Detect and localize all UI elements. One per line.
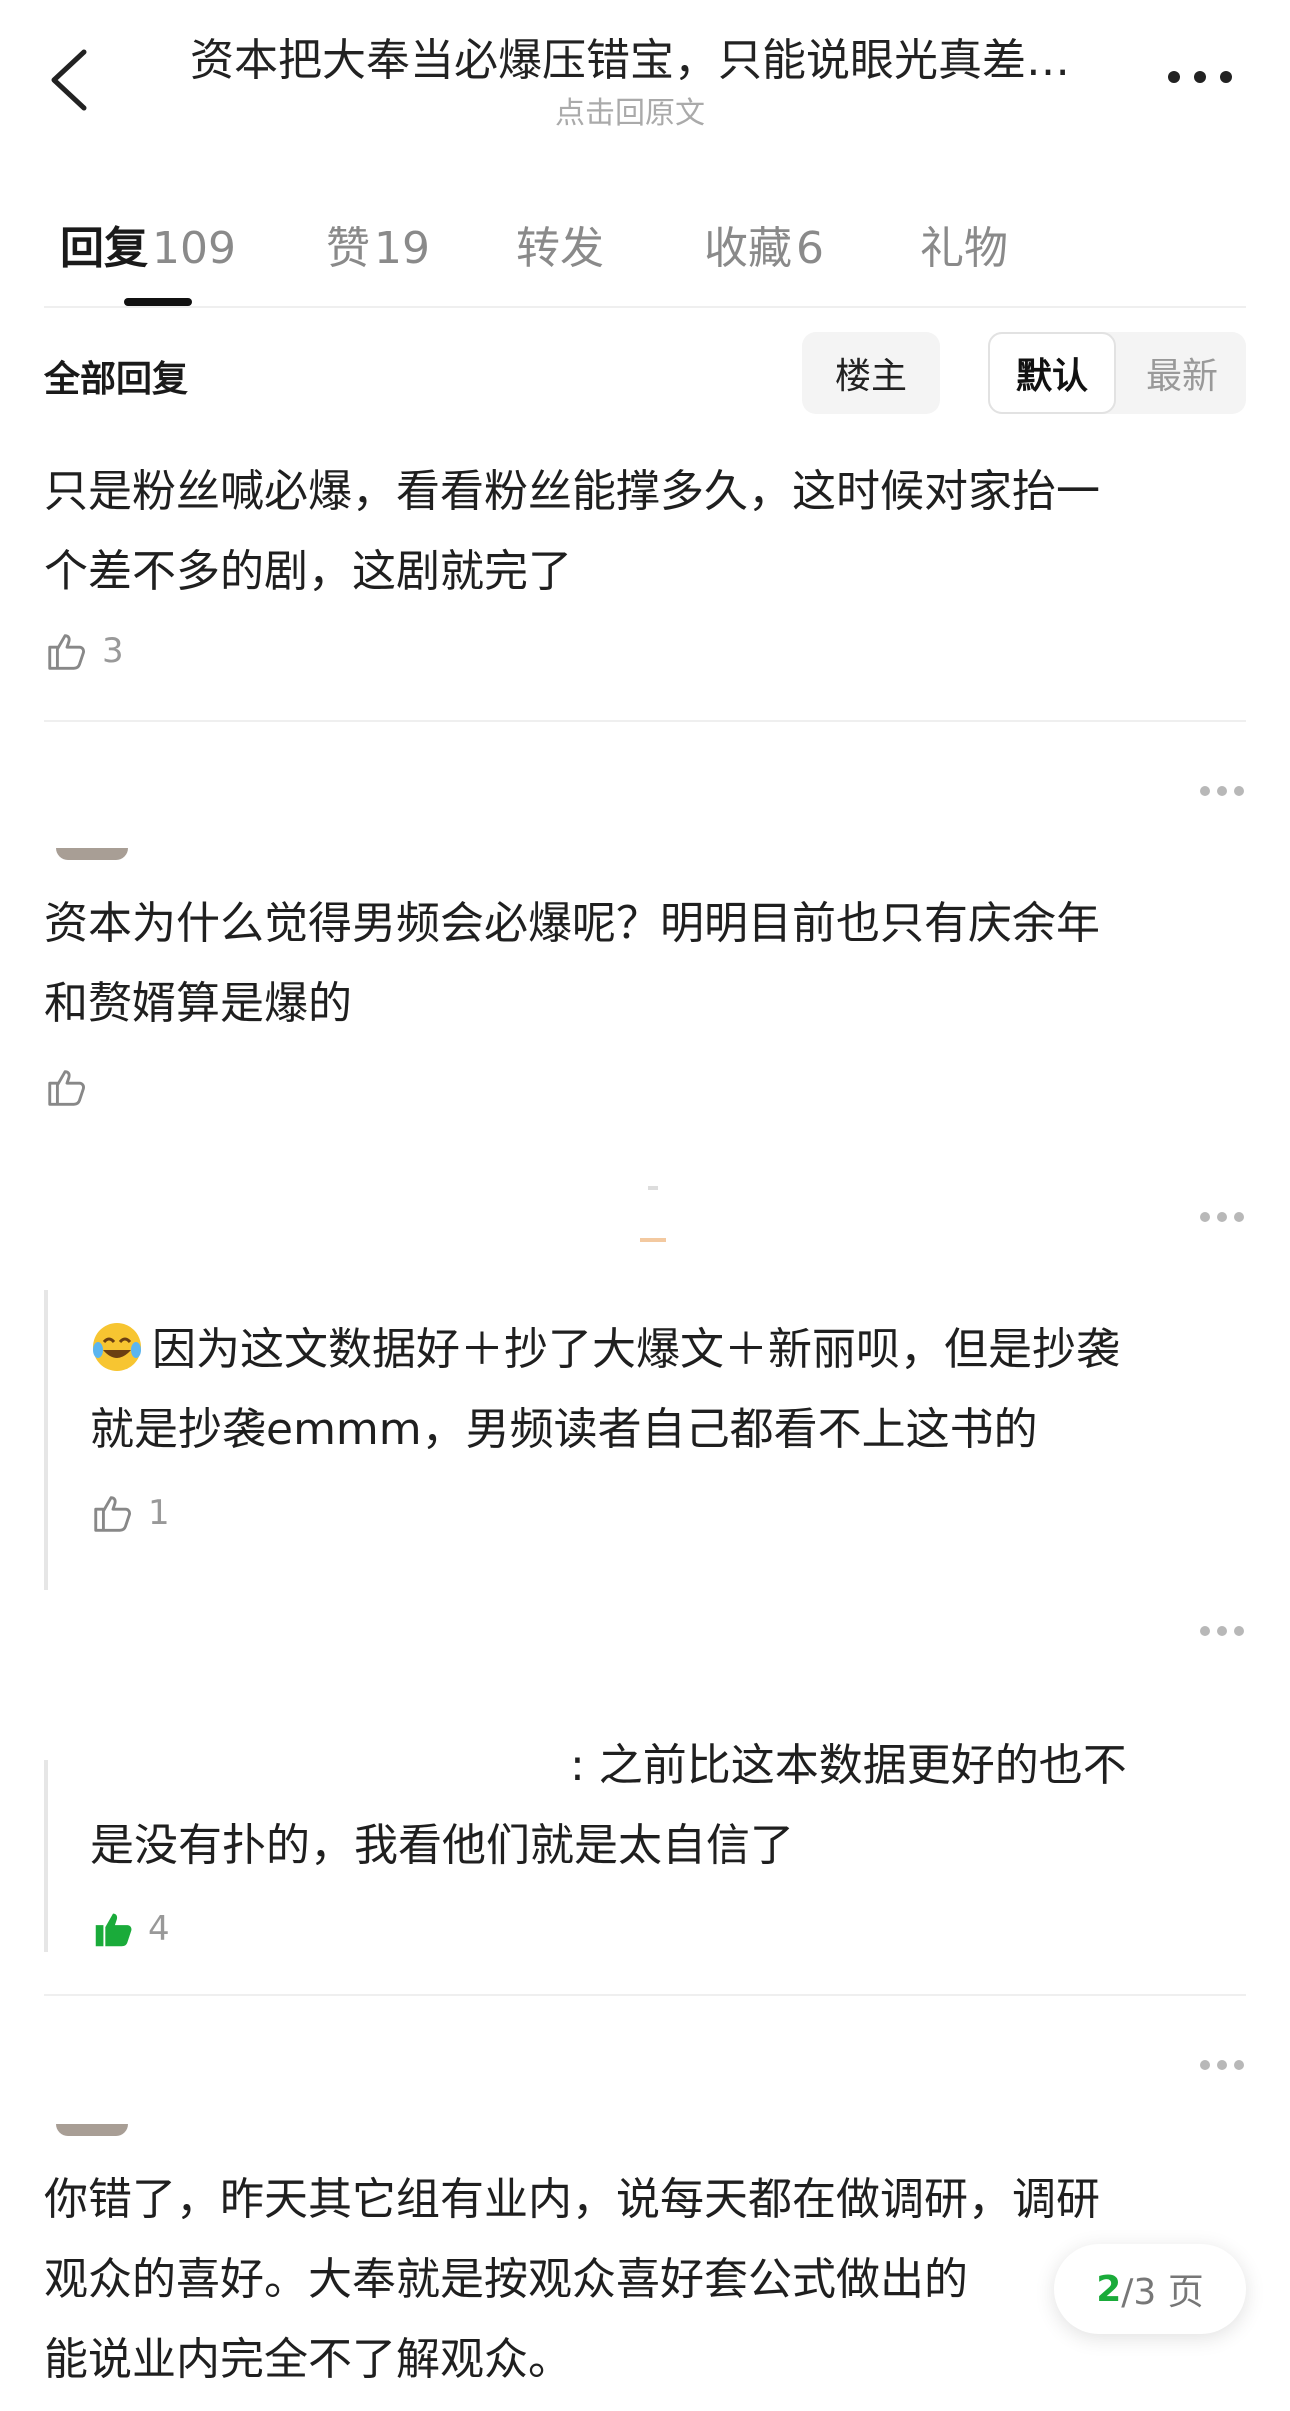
- tab-likes[interactable]: 赞19: [326, 212, 430, 276]
- chevron-left-icon: [51, 49, 87, 111]
- tab-count: 6: [796, 223, 824, 274]
- tab-replies[interactable]: 回复109: [60, 212, 236, 276]
- active-tab-indicator: [124, 298, 192, 306]
- comment-text: 资本为什么觉得男频会必爆呢？明明目前也只有庆余年 和赘婿算是爆的: [44, 898, 1100, 1029]
- thumbs-up-icon: [94, 1496, 131, 1532]
- divider: [44, 720, 1246, 722]
- like-count: 1: [148, 1493, 170, 1533]
- tab-count: 19: [374, 223, 430, 274]
- avatar[interactable]: [56, 848, 128, 860]
- sort-latest-button[interactable]: 最新: [1118, 332, 1246, 414]
- sort-default-button[interactable]: 默认: [988, 332, 1116, 414]
- back-to-original-link[interactable]: 点击回原文: [150, 88, 1110, 132]
- tab-label: 回复: [60, 223, 148, 274]
- comment-more-icon[interactable]: [1200, 786, 1244, 798]
- all-replies-heading: 全部回复: [44, 359, 189, 400]
- current-page: 2: [1096, 2268, 1122, 2310]
- like-button[interactable]: 3: [44, 628, 124, 674]
- like-button[interactable]: 1: [90, 1490, 170, 1536]
- tab-label: 收藏: [704, 223, 792, 274]
- tab-label: 转发: [516, 223, 604, 274]
- owner-only-button[interactable]: 楼主: [802, 332, 940, 414]
- thumbs-up-icon: [48, 634, 85, 670]
- total-pages: /3 页: [1121, 2272, 1204, 2313]
- divider: [44, 1994, 1246, 1996]
- comment-more-icon[interactable]: [1200, 2060, 1244, 2072]
- thumbs-up-icon: [48, 1070, 85, 1106]
- tab-favorites[interactable]: 收藏6: [704, 212, 824, 276]
- reply-thread-bar: [44, 1760, 48, 1952]
- reply-text: : 之前比这本数据更好的也不 是没有扑的，我看他们就是太自信了: [90, 1740, 1127, 1871]
- like-button[interactable]: 4: [90, 1906, 170, 1952]
- tab-count: 109: [152, 223, 236, 274]
- tab-gifts[interactable]: 礼物: [920, 212, 1008, 276]
- avatar[interactable]: [640, 1186, 666, 1246]
- reply-mention[interactable]: [90, 1748, 430, 1788]
- comment-more-icon[interactable]: [1200, 1212, 1244, 1224]
- comment-text: 只是粉丝喊必爆，看看粉丝能撑多久，这时候对家抬一 个差不多的剧，这剧就完了: [44, 466, 1100, 597]
- back-button[interactable]: [40, 40, 100, 120]
- post-title[interactable]: 资本把大奉当必爆压错宝，只能说眼光真差…: [150, 24, 1110, 88]
- comment-more-icon[interactable]: [1200, 1626, 1244, 1638]
- tab-label: 礼物: [920, 223, 1008, 274]
- laughing-tears-emoji-icon: [93, 1323, 141, 1371]
- tab-reposts[interactable]: 转发: [516, 212, 604, 276]
- page-indicator[interactable]: 2/3 页: [1054, 2244, 1246, 2334]
- like-count: 3: [102, 631, 124, 671]
- avatar[interactable]: [56, 2124, 128, 2136]
- reply-thread-bar: [44, 1290, 48, 1590]
- more-options-icon[interactable]: [1168, 70, 1232, 84]
- thumbs-up-filled-icon: [95, 1913, 132, 1947]
- divider: [44, 306, 1246, 308]
- tab-label: 赞: [326, 223, 370, 274]
- like-button[interactable]: [44, 1064, 90, 1110]
- like-count: 4: [148, 1909, 170, 1949]
- reply-text: 因为这文数据好＋抄了大爆文＋新丽呗，但是抄袭 就是抄袭emmm，男频读者自己都看…: [90, 1310, 1240, 1470]
